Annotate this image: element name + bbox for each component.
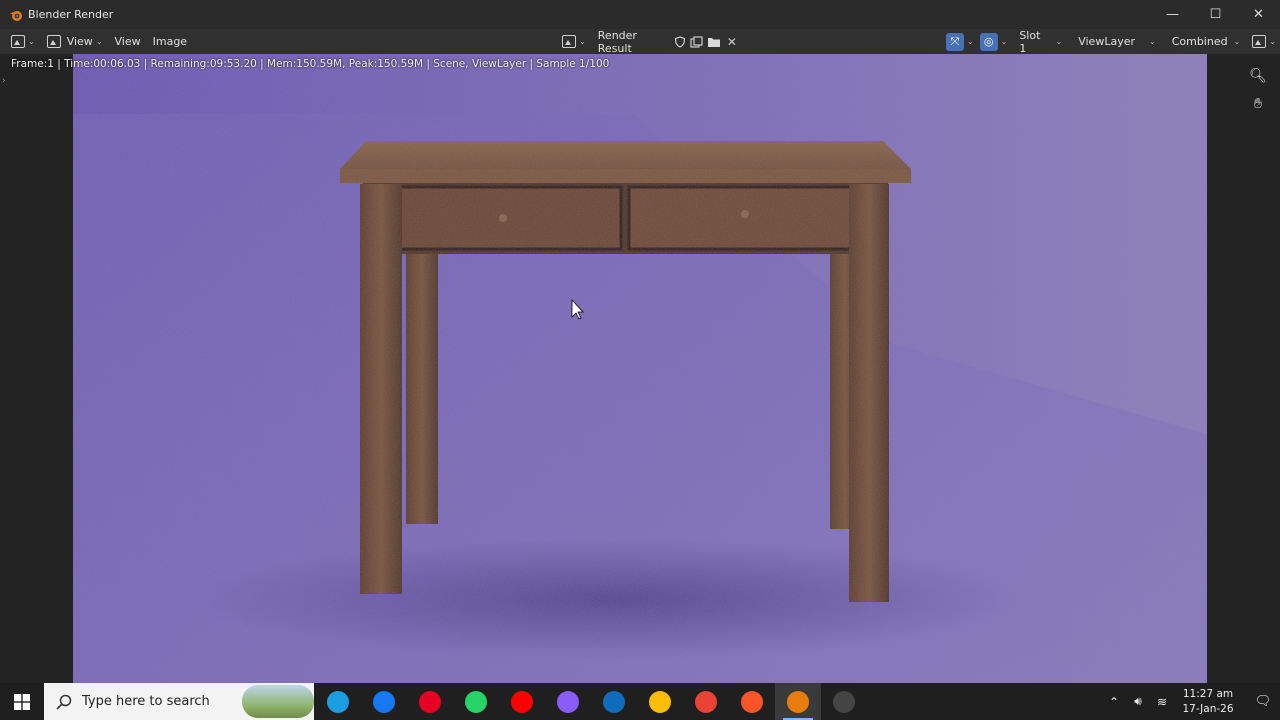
taskbar-app-facebook[interactable] bbox=[361, 683, 407, 720]
notification-icon[interactable]: 🗨︎ bbox=[1246, 694, 1280, 709]
taskbar-app-pinterest[interactable] bbox=[407, 683, 453, 720]
shield-icon bbox=[674, 35, 686, 48]
display-channels-dropdown[interactable]: ⌄ bbox=[1248, 29, 1280, 54]
blender-icon bbox=[787, 690, 809, 713]
search-highlight-image bbox=[242, 685, 314, 718]
edge-icon bbox=[327, 690, 349, 713]
view-mode-icon bbox=[46, 35, 61, 48]
whatsapp-icon bbox=[465, 690, 487, 713]
new-image-button[interactable] bbox=[688, 29, 705, 54]
pinterest-icon bbox=[419, 690, 441, 713]
image-editor-icon bbox=[11, 35, 25, 48]
close-icon: ✕ bbox=[726, 34, 737, 49]
recorder-icon bbox=[833, 690, 855, 713]
render-pass-label: Combined bbox=[1171, 35, 1228, 48]
chevron-down-icon: ⌄ bbox=[1000, 37, 1008, 46]
taskbar-app-youtube[interactable] bbox=[499, 683, 545, 720]
overlay-icon: ◎ bbox=[979, 32, 998, 51]
chevron-down-icon: ⌄ bbox=[579, 37, 586, 46]
outlook-icon bbox=[603, 690, 625, 713]
image-name-field[interactable]: Render Result bbox=[592, 29, 672, 55]
taskbar-app-copilot[interactable] bbox=[545, 683, 591, 720]
gizmo-icon: ⤧ bbox=[945, 32, 964, 51]
image-menu[interactable]: Image bbox=[147, 29, 193, 54]
render-result-image bbox=[73, 54, 1207, 683]
gizmo-toggle[interactable]: ⤧ ⌄ bbox=[944, 29, 976, 54]
volume-icon[interactable]: 🔊︎ bbox=[1126, 694, 1150, 709]
slot-dropdown[interactable]: Slot 1 ⌄ bbox=[1011, 28, 1070, 55]
search-placeholder: Type here to search bbox=[82, 694, 210, 709]
taskbar-app-outlook[interactable] bbox=[591, 683, 637, 720]
render-pass-dropdown[interactable]: Combined ⌄ bbox=[1164, 29, 1249, 54]
chevron-down-icon: ⌄ bbox=[1055, 37, 1063, 46]
minimize-button[interactable]: — bbox=[1151, 0, 1194, 29]
system-tray: ⌃ 🔊︎ ≋ 11:27 am 17-Jan-26 🗨︎ bbox=[1102, 683, 1280, 720]
title-bar: Blender Render — ☐ ✕ bbox=[0, 0, 1280, 29]
windows-icon bbox=[14, 693, 30, 710]
taskbar-app-blender[interactable] bbox=[775, 683, 821, 720]
zoom-icon[interactable]: 🔍︎ bbox=[1248, 66, 1268, 86]
view-layer-label: ViewLayer bbox=[1078, 35, 1135, 48]
taskbar-app-chrome-profile[interactable] bbox=[683, 683, 729, 720]
blender-logo-icon bbox=[10, 10, 22, 21]
view-menu[interactable]: View bbox=[109, 29, 147, 54]
editor-type-dropdown[interactable]: ⌄ bbox=[5, 29, 41, 54]
wifi-icon[interactable]: ≋ bbox=[1150, 695, 1174, 709]
open-image-button[interactable] bbox=[705, 29, 723, 54]
folder-icon bbox=[707, 37, 720, 47]
copilot-icon bbox=[557, 690, 579, 713]
close-button[interactable]: ✕ bbox=[1237, 0, 1280, 29]
clock-date: 17-Jan-26 bbox=[1182, 702, 1234, 715]
chevron-up-icon[interactable]: ⌃ bbox=[1102, 695, 1126, 709]
duplicate-icon bbox=[690, 35, 703, 48]
chevron-down-icon: ⌄ bbox=[28, 37, 35, 46]
slot-label: Slot 1 bbox=[1019, 28, 1041, 55]
facebook-icon bbox=[373, 690, 395, 713]
image-viewport[interactable]: Frame:1 | Time:00:06.03 | Remaining:09:5… bbox=[0, 54, 1280, 683]
brave-icon bbox=[741, 690, 763, 713]
window-title: Blender Render bbox=[28, 8, 114, 21]
pan-hand-icon[interactable]: ✋︎ bbox=[1248, 94, 1268, 114]
taskbar-app-whatsapp[interactable] bbox=[453, 683, 499, 720]
youtube-icon bbox=[511, 690, 533, 713]
chevron-down-icon: ⌄ bbox=[966, 37, 974, 46]
taskbar-app-edge[interactable] bbox=[315, 683, 361, 720]
clock[interactable]: 11:27 am 17-Jan-26 bbox=[1180, 687, 1236, 717]
image-browse-dropdown[interactable]: ⌄ bbox=[556, 29, 592, 54]
taskbar-app-brave[interactable] bbox=[729, 683, 775, 720]
render-stats: Frame:1 | Time:00:06.03 | Remaining:09:5… bbox=[11, 58, 610, 70]
chevron-down-icon: ⌄ bbox=[1233, 37, 1241, 46]
start-button[interactable] bbox=[0, 683, 44, 720]
chrome-profile-icon bbox=[695, 690, 717, 713]
chevron-down-icon: ⌄ bbox=[1269, 37, 1276, 46]
taskbar-app-chrome[interactable] bbox=[637, 683, 683, 720]
expand-toolbar-icon[interactable]: › bbox=[2, 76, 6, 86]
search-icon bbox=[56, 694, 72, 710]
taskbar-app-recorder[interactable] bbox=[821, 683, 867, 720]
view-dropdown-label: View bbox=[66, 35, 93, 48]
view-mode-dropdown[interactable]: View ⌄ bbox=[41, 29, 109, 54]
maximize-button[interactable]: ☐ bbox=[1194, 0, 1237, 29]
unlink-image-button[interactable]: ✕ bbox=[723, 29, 741, 54]
image-editor-header: ⌄ View ⌄ View Image ⌄ Render Result ✕ ⤧ ⌄… bbox=[0, 28, 1280, 55]
chevron-down-icon: ⌄ bbox=[95, 37, 103, 46]
clock-time: 11:27 am bbox=[1182, 687, 1234, 700]
display-channels-icon bbox=[1252, 35, 1267, 48]
overlay-toggle[interactable]: ◎ ⌄ bbox=[976, 29, 1012, 54]
fake-user-button[interactable] bbox=[672, 29, 688, 54]
taskbar: Type here to search ⌃ 🔊︎ ≋ 11:27 am 17-J… bbox=[0, 683, 1280, 720]
image-browse-icon bbox=[562, 35, 577, 48]
view-layer-dropdown[interactable]: ViewLayer ⌄ bbox=[1070, 29, 1163, 54]
chevron-down-icon: ⌄ bbox=[1149, 37, 1156, 46]
taskbar-search[interactable]: Type here to search bbox=[44, 683, 314, 720]
chrome-icon bbox=[649, 690, 671, 713]
